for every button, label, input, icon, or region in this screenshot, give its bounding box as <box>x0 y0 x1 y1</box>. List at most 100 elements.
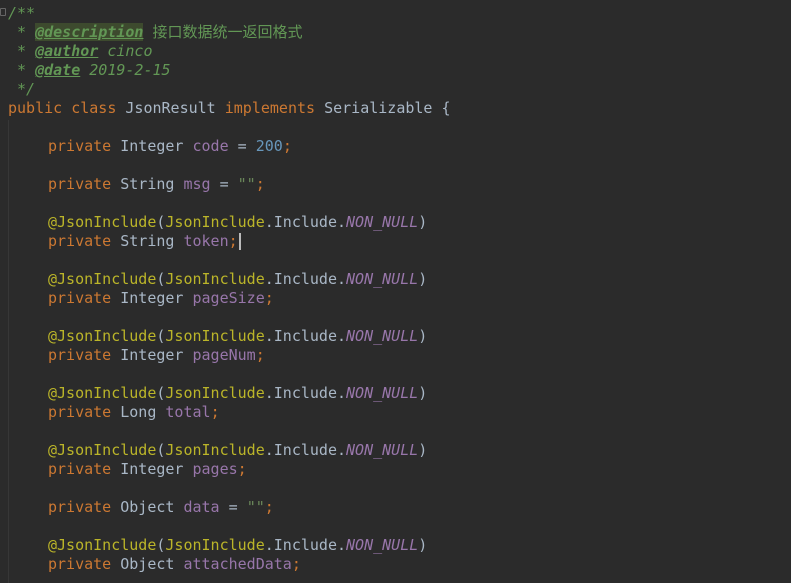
field-name: token <box>183 232 229 250</box>
field-name: attachedData <box>183 555 292 573</box>
paren: ) <box>418 384 428 402</box>
annotation-member: .Include. <box>264 213 347 231</box>
annotation-name: @JsonInclude <box>48 213 157 231</box>
javadoc-description-tag: @description <box>35 23 144 41</box>
javadoc-date-tag: @date <box>35 61 81 79</box>
javadoc-author-line: * @author cinco <box>8 42 153 61</box>
field-initial-value: "" <box>237 175 256 193</box>
annotation-line: @JsonInclude(JsonInclude.Include.NON_NUL… <box>48 270 427 289</box>
paren: ) <box>418 327 428 345</box>
javadoc-date-line: * @date 2019-2-15 <box>8 61 171 80</box>
javadoc-description-line: * @description 接口数据统一返回格式 <box>8 23 303 42</box>
annotation-member: .Include. <box>264 327 347 345</box>
javadoc-author-text: cinco <box>107 42 153 60</box>
interface-name: Serializable <box>324 99 433 117</box>
annotation-constant: NON_NULL <box>346 384 419 402</box>
keyword-public: public <box>8 99 63 117</box>
field-type: Object <box>120 555 175 573</box>
annotation-member: .Include. <box>264 536 347 554</box>
keyword-private: private <box>48 498 112 516</box>
annotation-type: JsonInclude <box>165 213 265 231</box>
field-initial-value: 200 <box>255 137 283 155</box>
annotation-type: JsonInclude <box>165 441 265 459</box>
semicolon: ; <box>237 460 247 478</box>
field-pagesize-line: private Integer pageSize; <box>48 289 274 308</box>
annotation-name: @JsonInclude <box>48 441 157 459</box>
javadoc-star: * <box>8 42 36 60</box>
javadoc-close-line: */ <box>8 80 35 99</box>
field-token-line: private String token; <box>48 232 241 251</box>
semicolon: ; <box>291 555 301 573</box>
annotation-constant: NON_NULL <box>346 441 419 459</box>
semicolon: ; <box>264 498 274 516</box>
paren: ) <box>418 441 428 459</box>
class-name: JsonResult <box>125 99 216 117</box>
field-name: msg <box>183 175 211 193</box>
field-pagenum-line: private Integer pageNum; <box>48 346 265 365</box>
annotation-constant: NON_NULL <box>346 327 419 345</box>
annotation-constant: NON_NULL <box>346 213 419 231</box>
annotation-type: JsonInclude <box>165 270 265 288</box>
field-pages-line: private Integer pages; <box>48 460 247 479</box>
fold-toggle-icon[interactable] <box>0 8 6 16</box>
javadoc-author-tag: @author <box>35 42 99 60</box>
field-name: data <box>183 498 220 516</box>
annotation-type: JsonInclude <box>165 384 265 402</box>
semicolon: ; <box>255 175 265 193</box>
annotation-line: @JsonInclude(JsonInclude.Include.NON_NUL… <box>48 441 427 460</box>
javadoc-open: /** <box>8 4 36 22</box>
semicolon: ; <box>210 403 220 421</box>
paren: ) <box>418 270 428 288</box>
field-type: Object <box>120 498 175 516</box>
annotation-type: JsonInclude <box>165 536 265 554</box>
javadoc-star: * <box>8 23 36 41</box>
assign-operator: = <box>228 137 256 155</box>
open-brace: { <box>441 99 451 117</box>
keyword-private: private <box>48 137 112 155</box>
code-editor[interactable]: /** * @description 接口数据统一返回格式 * @author … <box>0 0 791 583</box>
keyword-private: private <box>48 232 112 250</box>
keyword-class: class <box>71 99 117 117</box>
annotation-line: @JsonInclude(JsonInclude.Include.NON_NUL… <box>48 384 427 403</box>
field-name: pageNum <box>192 346 256 364</box>
keyword-private: private <box>48 460 112 478</box>
field-total-line: private Long total; <box>48 403 220 422</box>
annotation-type: JsonInclude <box>165 327 265 345</box>
annotation-constant: NON_NULL <box>346 270 419 288</box>
field-type: Integer <box>120 460 184 478</box>
field-type: Integer <box>120 137 184 155</box>
field-name: pageSize <box>192 289 265 307</box>
keyword-private: private <box>48 403 112 421</box>
field-name: total <box>165 403 211 421</box>
text-caret <box>238 233 241 250</box>
keyword-private: private <box>48 289 112 307</box>
semicolon: ; <box>264 289 274 307</box>
annotation-member: .Include. <box>264 441 347 459</box>
annotation-member: .Include. <box>264 270 347 288</box>
annotation-line: @JsonInclude(JsonInclude.Include.NON_NUL… <box>48 213 427 232</box>
field-type: String <box>120 232 175 250</box>
semicolon: ; <box>228 232 238 250</box>
assign-operator: = <box>219 498 247 516</box>
assign-operator: = <box>210 175 238 193</box>
class-declaration-line: public class JsonResult implements Seria… <box>8 99 451 118</box>
javadoc-description-text: 接口数据统一返回格式 <box>152 23 303 41</box>
semicolon: ; <box>255 346 265 364</box>
field-msg-line: private String msg = ""; <box>48 175 265 194</box>
annotation-name: @JsonInclude <box>48 270 157 288</box>
javadoc-date-text: 2019-2-15 <box>89 61 171 79</box>
annotation-name: @JsonInclude <box>48 327 157 345</box>
field-attacheddata-line: private Object attachedData; <box>48 555 301 574</box>
paren: ) <box>418 213 428 231</box>
annotation-line: @JsonInclude(JsonInclude.Include.NON_NUL… <box>48 327 427 346</box>
semicolon: ; <box>282 137 292 155</box>
javadoc-star: * <box>8 61 36 79</box>
field-name: code <box>192 137 229 155</box>
field-type: Integer <box>120 289 184 307</box>
keyword-implements: implements <box>224 99 316 117</box>
paren: ) <box>418 536 428 554</box>
field-type: Integer <box>120 346 184 364</box>
field-type: Long <box>120 403 157 421</box>
annotation-line: @JsonInclude(JsonInclude.Include.NON_NUL… <box>48 536 427 555</box>
indent-guide <box>8 120 9 583</box>
